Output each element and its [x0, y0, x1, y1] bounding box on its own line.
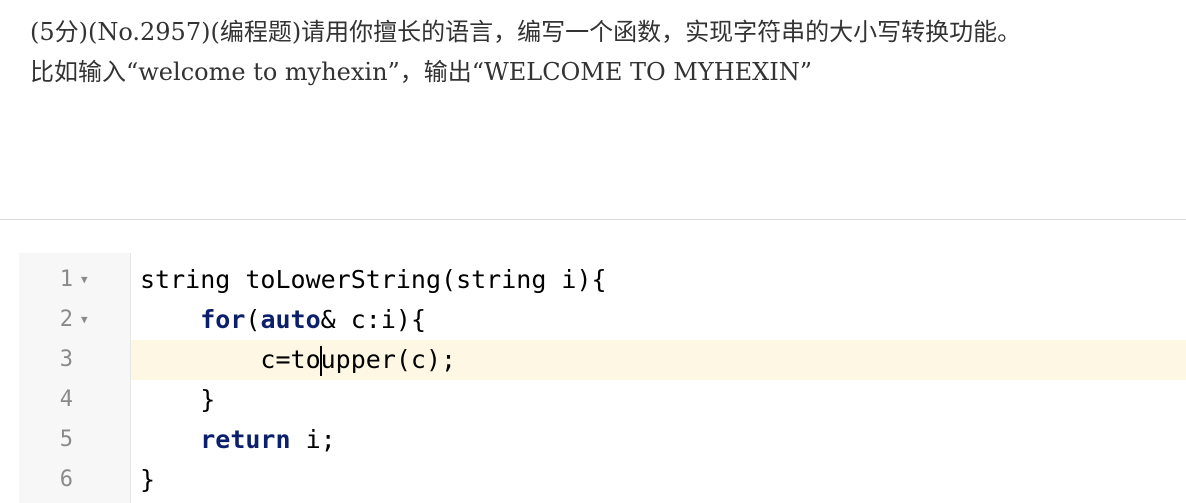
code-text-area[interactable]: string toLowerString(string i){ for(auto…: [131, 253, 1186, 503]
line-number: 4: [59, 387, 73, 412]
code-line-text: }: [140, 385, 216, 414]
line-number: 2: [59, 307, 73, 332]
gutter-row: 2 ▼: [19, 300, 130, 340]
keyword-auto: auto: [260, 305, 321, 334]
line-number: 1: [59, 267, 73, 292]
gutter-row: 5: [19, 420, 130, 460]
gutter-row: 3: [19, 340, 130, 380]
code-line-text: for(auto& c:i){: [200, 305, 427, 334]
code-line-5[interactable]: return i;: [131, 420, 1186, 460]
code-line-text: return i;: [200, 425, 336, 454]
question-text: (5分)(No.2957)(编程题)请用你擅长的语言，编写一个函数，实现字符串的…: [30, 12, 1180, 92]
question-line-2: 比如输入“welcome to myhexin”，输出“WELCOME TO M…: [30, 58, 812, 86]
code-line-3-active[interactable]: c=toupper(c);: [131, 340, 1186, 380]
code-line-text: }: [140, 465, 156, 494]
line-number: 6: [59, 467, 73, 492]
fold-arrow-icon[interactable]: ▼: [81, 300, 88, 340]
question-line-1: (5分)(No.2957)(编程题)请用你擅长的语言，编写一个函数，实现字符串的…: [30, 18, 1022, 46]
keyword-return: return: [200, 425, 291, 454]
code-line-4[interactable]: }: [131, 380, 1186, 420]
code-line-text: string toLowerString(string i){: [140, 265, 607, 294]
gutter-row: 4: [19, 380, 130, 420]
line-number-gutter: 1 ▼ 2 ▼ 3 4 5 6: [19, 253, 131, 503]
code-editor[interactable]: 1 ▼ 2 ▼ 3 4 5 6 string toLowerString(str…: [19, 253, 1186, 503]
code-line-1[interactable]: string toLowerString(string i){: [131, 260, 1186, 300]
gutter-row: 6: [19, 460, 130, 500]
fold-arrow-icon[interactable]: ▼: [81, 260, 88, 300]
section-divider: [0, 219, 1186, 220]
keyword-for: for: [200, 305, 246, 334]
line-number: 5: [59, 427, 73, 452]
code-line-text: c=toupper(c);: [140, 345, 457, 376]
code-line-2[interactable]: for(auto& c:i){: [131, 300, 1186, 340]
code-line-6[interactable]: }: [131, 460, 1186, 500]
gutter-row: 1 ▼: [19, 260, 130, 300]
line-number: 3: [59, 347, 73, 372]
